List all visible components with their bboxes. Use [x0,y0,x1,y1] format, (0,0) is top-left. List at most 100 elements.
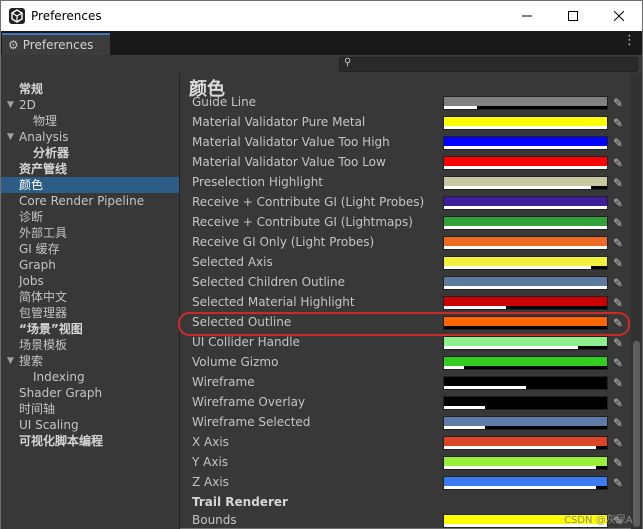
color-swatch[interactable] [443,436,608,450]
color-swatch[interactable] [443,416,608,430]
sidebar-item[interactable]: GI 缓存 [1,241,179,257]
color-swatch[interactable] [443,96,608,110]
sidebar-item[interactable]: Core Render Pipeline [1,193,179,209]
eyedropper-icon[interactable]: ✎ [613,116,623,130]
alpha-bar [444,406,485,409]
expand-arrow-icon[interactable]: ▼ [7,129,14,145]
eyedropper-icon[interactable]: ✎ [613,236,623,250]
alpha-bar [444,446,596,449]
color-swatch[interactable] [443,376,608,390]
scrollbar-thumb[interactable] [633,341,640,527]
sidebar-item[interactable]: Graph [1,257,179,273]
sidebar-item-label: 简体中文 [19,290,68,304]
expand-arrow-icon[interactable]: ▼ [7,353,14,369]
content-scrollbar[interactable] [631,73,642,529]
sidebar-item[interactable]: 资产管线 [1,161,179,177]
maximize-button[interactable] [550,1,596,31]
more-options-icon[interactable]: ⋮ [623,33,636,48]
sidebar-item[interactable]: 诊断 [1,209,179,225]
search-input[interactable]: ⚲ [339,57,638,72]
eyedropper-icon[interactable]: ✎ [613,216,623,230]
expand-arrow-icon[interactable]: ▼ [7,97,14,113]
sidebar-item[interactable]: Indexing [1,369,179,385]
sidebar-item[interactable]: 包管理器 [1,305,179,321]
minimize-button[interactable] [504,1,550,31]
eyedropper-icon[interactable]: ✎ [613,336,623,350]
alpha-bar [444,246,607,249]
sidebar-item[interactable]: 物理 [1,113,179,129]
eyedropper-icon[interactable]: ✎ [613,396,623,410]
eyedropper-icon[interactable]: ✎ [613,176,623,190]
color-swatch[interactable] [443,396,608,410]
color-swatch[interactable] [443,296,608,310]
eyedropper-icon[interactable]: ✎ [613,476,623,490]
color-swatch[interactable] [443,476,608,490]
sidebar-item[interactable]: 分析器 [1,145,179,161]
sidebar-item[interactable]: 场景模板 [1,337,179,353]
color-label: Selected Material Highlight [192,295,355,309]
color-row: Material Validator Pure Metal ✎ [181,113,631,133]
sidebar-item-label: Core Render Pipeline [19,194,145,208]
color-label: Bounds [192,513,237,527]
color-swatch[interactable] [443,356,608,370]
sidebar-item[interactable]: ▼ Analysis [1,129,179,145]
eyedropper-icon[interactable]: ✎ [613,256,623,270]
eyedropper-icon[interactable]: ✎ [613,356,623,370]
sidebar-item[interactable]: 颜色 [1,177,179,193]
eyedropper-icon[interactable]: ✎ [613,436,623,450]
sidebar-item[interactable]: 简体中文 [1,289,179,305]
sidebar-item-label: Jobs [19,274,44,288]
sidebar-item[interactable]: Jobs [1,273,179,289]
alpha-bar [444,386,526,389]
tab-preferences[interactable]: ⚙ Preferences [2,33,110,55]
color-row: Receive GI Only (Light Probes) ✎ [181,233,631,253]
sidebar-item[interactable]: Shader Graph [1,385,179,401]
eyedropper-icon[interactable]: ✎ [613,96,623,110]
eyedropper-icon[interactable]: ✎ [613,456,623,470]
color-swatch[interactable] [443,136,608,150]
alpha-bar [444,126,607,129]
eyedropper-icon[interactable]: ✎ [613,136,623,150]
eyedropper-icon[interactable]: ✎ [613,276,623,290]
color-row: Material Validator Value Too Low ✎ [181,153,631,173]
sidebar-item[interactable]: 时间轴 [1,401,179,417]
sidebar-item-label: Analysis [19,130,69,144]
color-label: Wireframe [192,375,255,389]
sidebar-item[interactable]: 可视化脚本编程 [1,433,179,449]
eyedropper-icon[interactable]: ✎ [613,296,623,310]
close-icon [614,11,624,21]
sidebar-item-label: Indexing [33,370,85,384]
sidebar-item-label: Shader Graph [19,386,103,400]
alpha-bar [444,106,477,109]
color-swatch[interactable] [443,176,608,190]
preferences-window: Preferences ⚙ Preferences ⋮ ⚲ 常规 ▼ 2D 物理 ▼ An… [0,0,643,529]
sidebar-item[interactable]: 常规 [1,81,179,97]
close-button[interactable] [596,1,642,31]
color-swatch[interactable] [443,456,608,470]
sidebar-item-label: 外部工具 [19,226,68,240]
color-swatch[interactable] [443,216,608,230]
sidebar-item[interactable]: ▼ 搜索 [1,353,179,369]
color-swatch[interactable] [443,116,608,130]
alpha-bar [444,366,464,369]
search-icon: ⚲ [344,57,352,68]
eyedropper-icon[interactable]: ✎ [613,196,623,210]
color-row: Wireframe ✎ [181,373,631,393]
eyedropper-icon[interactable]: ✎ [613,376,623,390]
color-swatch[interactable] [443,236,608,250]
sidebar-item[interactable]: 外部工具 [1,225,179,241]
color-swatch[interactable] [443,196,608,210]
sidebar-item-label: Graph [19,258,56,272]
color-swatch[interactable] [443,256,608,270]
eyedropper-icon[interactable]: ✎ [613,416,623,430]
sidebar-item[interactable]: UI Scaling [1,417,179,433]
sidebar-item[interactable]: ▼ 2D [1,97,179,113]
color-swatch[interactable] [443,156,608,170]
sidebar-item-label: 时间轴 [19,402,56,416]
sidebar-item[interactable]: “场景”视图 [1,321,179,337]
color-swatch[interactable] [443,336,608,350]
eyedropper-icon[interactable]: ✎ [613,156,623,170]
alpha-bar [444,426,485,429]
color-row: Wireframe Overlay ✎ [181,393,631,413]
color-swatch[interactable] [443,276,608,290]
